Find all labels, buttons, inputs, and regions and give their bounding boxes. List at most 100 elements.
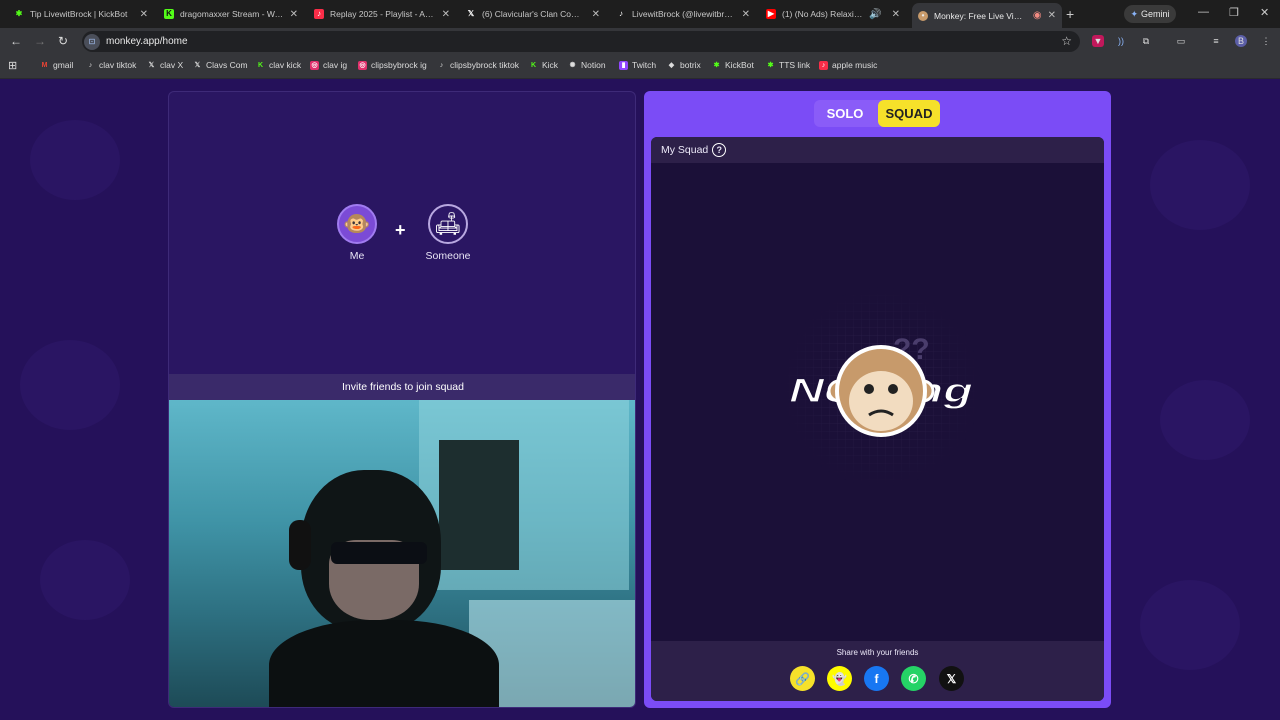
extensions-puzzle-icon[interactable]: ⧉: [1140, 35, 1152, 47]
nothing-illustration: ?? Nothing: [781, 287, 981, 487]
bookmark-gmail[interactable]: Mgmail: [40, 60, 74, 70]
close-icon[interactable]: ✕: [592, 9, 600, 20]
bookmark-clav-tiktok[interactable]: ♪ clav tiktok: [86, 60, 137, 70]
twitch-icon: ▮: [619, 60, 628, 70]
bookmark-twitch[interactable]: ▮ Twitch: [619, 60, 656, 70]
my-squad-box: My Squad ? ?? Nothing: [651, 137, 1104, 701]
webcam-poster: [439, 440, 519, 570]
x-icon: 𝕏: [148, 61, 155, 69]
close-icon[interactable]: ✕: [290, 9, 298, 20]
tab-title: dragomaxxer Stream - Watch: [180, 9, 284, 19]
squad-panel: SOLO SQUAD My Squad ? ?? Share with your…: [644, 91, 1111, 708]
extension-audio-icon[interactable]: )): [1115, 35, 1127, 47]
media-control-icon[interactable]: ≡: [1210, 35, 1222, 47]
apps-grid-icon[interactable]: ⊞: [8, 59, 17, 72]
facebook-icon: f: [874, 671, 879, 686]
kickbot-icon: ✱: [713, 61, 720, 69]
bookmark-clav-x[interactable]: 𝕏clav X: [147, 60, 183, 70]
close-icon[interactable]: ✕: [140, 9, 148, 20]
site-info-icon[interactable]: ⊡: [84, 33, 100, 50]
tab-title: Monkey: Free Live Video: [934, 10, 1027, 21]
link-icon: 🔗: [795, 671, 810, 686]
background-monkey-shape: [30, 120, 120, 200]
x-share-button[interactable]: 𝕏: [939, 666, 964, 691]
minimize-icon[interactable]: —: [1198, 6, 1209, 18]
tab-kickbot[interactable]: ✱ Tip LivewitBrock | KickBot ✕: [8, 3, 154, 25]
bookmark-clipsbybrock-tiktok[interactable]: ♪ clipsbybrock tiktok: [437, 60, 519, 70]
bookmark-clipsbybrock-ig[interactable]: ◎ clipsbybrock ig: [358, 60, 427, 70]
monkey-icon: •: [918, 10, 928, 21]
copy-link-button[interactable]: 🔗: [790, 666, 815, 691]
bookmark-botrix[interactable]: ◆ botrix: [667, 60, 701, 70]
squad-invite-panel: 🐵 Me + 🛋 Someone Invite friends to join …: [168, 91, 636, 708]
bookmark-notion[interactable]: ✺ Notion: [568, 60, 606, 70]
botrix-icon: ◆: [668, 61, 675, 69]
url-text[interactable]: monkey.app/home: [106, 36, 188, 47]
menu-dots-icon[interactable]: ⋮: [1260, 35, 1272, 47]
forward-icon[interactable]: →: [34, 34, 46, 48]
x-icon: 𝕏: [467, 9, 475, 18]
bookmark-clav-ig[interactable]: ◎ clav ig: [310, 60, 347, 70]
monkey-page: 🐵 Me + 🛋 Someone Invite friends to join …: [0, 80, 1280, 720]
new-tab-button[interactable]: +: [1066, 6, 1074, 22]
bookmark-apple-music[interactable]: ♪ apple music: [819, 60, 877, 70]
instagram-icon: ◎: [358, 60, 367, 70]
bookmark-kickbot[interactable]: ✱ KickBot: [712, 60, 754, 70]
sparkle-icon: ✦: [1130, 8, 1139, 19]
x-icon: 𝕏: [194, 61, 201, 69]
squad-pairing: 🐵 Me + 🛋 Someone: [169, 92, 635, 374]
webcam-hoodie: [269, 620, 499, 707]
address-bar[interactable]: ⊡ monkey.app/home ☆: [82, 31, 1080, 52]
cast-icon[interactable]: ▭: [1175, 35, 1187, 47]
apple-music-icon: ♪: [819, 60, 828, 70]
kick-icon: K: [164, 9, 174, 19]
profile-avatar[interactable]: B: [1235, 35, 1247, 47]
restore-icon[interactable]: ❐: [1229, 6, 1239, 19]
background-monkey-shape: [40, 540, 130, 620]
snapchat-share-button[interactable]: 👻: [827, 666, 852, 691]
close-icon[interactable]: ✕: [742, 9, 750, 20]
extension-shield-icon[interactable]: ▼: [1092, 35, 1104, 47]
bookmark-clavs-com[interactable]: 𝕏 Clavs Com: [193, 60, 248, 70]
share-label: Share with your friends: [836, 648, 919, 657]
tab-monkey[interactable]: • Monkey: Free Live Video ◉ ✕: [912, 3, 1062, 28]
reload-icon[interactable]: ↻: [58, 34, 68, 48]
recording-icon: ◉: [1032, 10, 1042, 21]
tab-replay[interactable]: ♪ Replay 2025 - Playlist - Apple ✕: [308, 3, 456, 25]
background-monkey-shape: [1160, 380, 1250, 460]
sofa-icon[interactable]: 🛋: [428, 204, 468, 244]
help-icon[interactable]: ?: [712, 143, 727, 157]
bookmark-tts-link[interactable]: ✱ TTS link: [766, 60, 811, 70]
whatsapp-share-button[interactable]: ✆: [901, 666, 926, 691]
tab-dragomaxxer[interactable]: K dragomaxxer Stream - Watch ✕: [158, 3, 304, 25]
instagram-icon: ◎: [310, 60, 319, 70]
gemini-label: Gemini: [1141, 9, 1170, 19]
mode-toggle: SOLO SQUAD: [814, 100, 940, 127]
close-icon[interactable]: ✕: [892, 9, 900, 20]
kickbot-icon: ✱: [767, 61, 774, 69]
audio-playing-icon[interactable]: 🔊: [869, 9, 881, 20]
close-icon[interactable]: ✕: [442, 9, 450, 20]
tab-title: Tip LivewitBrock | KickBot: [30, 9, 128, 19]
someone-slot[interactable]: 🛋 Someone: [418, 204, 478, 262]
squad-mode-button[interactable]: SQUAD: [878, 100, 940, 127]
someone-label: Someone: [425, 250, 471, 262]
close-window-icon[interactable]: ✕: [1260, 6, 1269, 19]
tab-tiktok[interactable]: ♪ LivewitBrock (@livewitbrock) ✕: [610, 3, 756, 25]
notion-icon: ✺: [569, 61, 576, 69]
back-icon[interactable]: ←: [10, 34, 22, 48]
background-monkey-shape: [20, 340, 120, 430]
facebook-share-button[interactable]: f: [864, 666, 889, 691]
close-icon[interactable]: ✕: [1048, 10, 1056, 21]
kickbot-icon: ✱: [15, 9, 23, 18]
bookmark-clav-kick[interactable]: Kclav kick: [256, 60, 301, 70]
gemini-button[interactable]: ✦ Gemini: [1124, 5, 1176, 23]
solo-mode-button[interactable]: SOLO: [814, 100, 876, 127]
me-slot: 🐵 Me: [327, 204, 387, 262]
tab-clan-community[interactable]: 𝕏 (6) Clavicular's Clan Commun ✕: [460, 3, 606, 25]
tiktok-icon: ♪: [619, 9, 623, 18]
bookmark-star-icon[interactable]: ☆: [1061, 34, 1072, 48]
tab-strip: ✱ Tip LivewitBrock | KickBot ✕ K dragoma…: [0, 0, 1280, 28]
bookmark-kick[interactable]: K Kick: [529, 60, 558, 70]
tab-youtube[interactable]: ▶ (1) (No Ads) Relaxing Mu 🔊 ✕: [760, 3, 906, 25]
